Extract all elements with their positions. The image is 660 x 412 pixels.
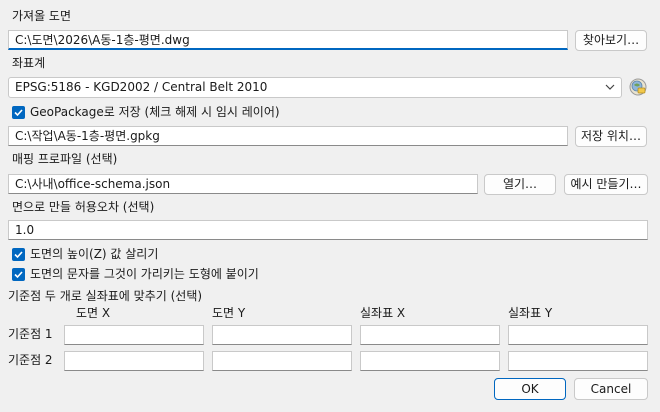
checkmark-icon (14, 271, 23, 279)
georef-header-real-x: 실좌표 X (360, 306, 406, 320)
crs-selected-value: EPSG:5186 - KGD2002 / Central Belt 2010 (15, 80, 268, 94)
geopackage-checkbox-label: GeoPackage로 저장 (체크 해제 시 임시 레이어) (30, 105, 280, 119)
crs-select[interactable]: EPSG:5186 - KGD2002 / Central Belt 2010 (8, 77, 622, 98)
point1-real-y-input[interactable] (508, 325, 648, 345)
point2-drawing-x-input[interactable] (64, 351, 204, 371)
mapping-profile-input[interactable]: C:\사내\office-schema.json (8, 174, 478, 194)
drawing-label: 가져올 도면 (12, 9, 72, 23)
ok-button[interactable]: OK (494, 378, 566, 400)
mapping-profile-label: 매핑 프로파일 (선택) (12, 152, 118, 166)
keep-z-checkbox[interactable] (12, 248, 25, 261)
browse-drawing-button[interactable]: 찾아보기… (575, 30, 647, 51)
point2-real-y-input[interactable] (508, 351, 648, 371)
cancel-button[interactable]: Cancel (574, 378, 648, 400)
tolerance-label: 면으로 만들 허용오차 (선택) (12, 200, 155, 214)
georef-header-drawing-x: 도면 X (76, 306, 111, 320)
point1-drawing-x-input[interactable] (64, 325, 204, 345)
georef-header-real-y: 실좌표 Y (508, 306, 553, 320)
checkmark-icon (14, 109, 23, 117)
point2-real-x-input[interactable] (360, 351, 500, 371)
attach-text-checkbox[interactable] (12, 268, 25, 281)
keep-z-label: 도면의 높이(Z) 값 살리기 (30, 247, 159, 261)
tolerance-input[interactable]: 1.0 (8, 220, 648, 240)
crs-label: 좌표계 (12, 56, 46, 70)
georef-header-drawing-y: 도면 Y (212, 306, 246, 320)
georef-label: 기준점 두 개로 실좌표에 맞추기 (선택) (8, 289, 203, 303)
globe-crs-icon (629, 78, 647, 96)
georef-row-2-label: 기준점 2 (8, 353, 53, 367)
save-location-button[interactable]: 저장 위치… (575, 126, 647, 147)
create-example-button[interactable]: 예시 만들기… (564, 174, 648, 195)
geopackage-path-input[interactable]: C:\작업\A동-1층-평면.gpkg (8, 126, 568, 146)
checkmark-icon (14, 251, 23, 259)
attach-text-label: 도면의 문자를 그것이 가리키는 도형에 붙이기 (30, 267, 259, 281)
point2-drawing-y-input[interactable] (212, 351, 352, 371)
geopackage-checkbox[interactable] (12, 106, 25, 119)
chevron-down-icon (605, 84, 615, 90)
point1-real-x-input[interactable] (360, 325, 500, 345)
open-profile-button[interactable]: 열기… (484, 174, 556, 195)
drawing-path-input[interactable]: C:\도면\2026\A동-1층-평면.dwg (8, 30, 568, 50)
point1-drawing-y-input[interactable] (212, 325, 352, 345)
georef-row-1-label: 기준점 1 (8, 327, 53, 341)
crs-picker-button[interactable] (628, 77, 648, 97)
